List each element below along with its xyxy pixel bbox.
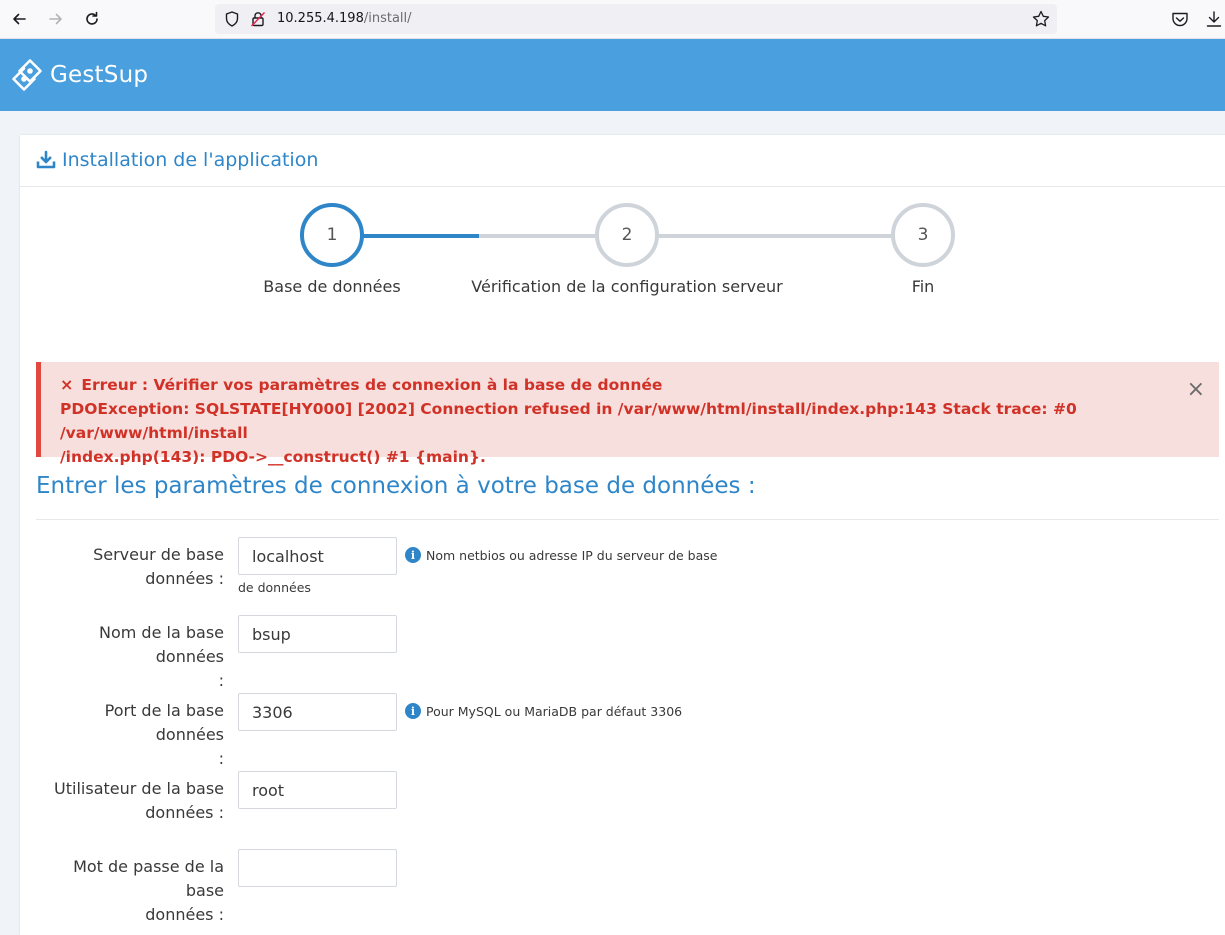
info-icon: i: [405, 703, 421, 719]
password-label-line1: Mot de passe de la base: [73, 857, 224, 900]
forward-arrow-icon[interactable]: [43, 6, 69, 32]
gestsup-logo-icon: [12, 59, 42, 91]
pocket-icon[interactable]: [1170, 9, 1190, 29]
user-label-line1: Utilisateur de la base: [54, 779, 224, 798]
address-bar[interactable]: 10.255.4.198/install/: [215, 4, 1057, 34]
db-user-input[interactable]: [238, 771, 397, 809]
step-progress-line: [360, 234, 479, 238]
user-label-line2: données :: [145, 803, 224, 822]
bookmark-star-icon[interactable]: [1031, 9, 1051, 29]
user-label: Utilisateur de la base données :: [34, 777, 224, 825]
port-label-line2: :: [218, 749, 224, 768]
alert-title: Erreur : Vérifier vos paramètres de conn…: [81, 376, 663, 394]
shield-icon[interactable]: [223, 10, 241, 28]
server-help-cont: de données: [238, 580, 311, 595]
step-3-circle: 3: [891, 203, 955, 267]
reload-icon[interactable]: [79, 6, 105, 32]
port-label-line1: Port de la base données: [104, 701, 224, 744]
url-path: /install/: [363, 11, 412, 26]
install-stepper: 1 2 3 Base de données Vérification de la…: [20, 203, 1225, 303]
brand[interactable]: GestSup: [10, 57, 148, 93]
form-heading: Entrer les paramètres de connexion à vot…: [36, 473, 756, 499]
error-x-icon: ×: [60, 375, 74, 394]
alert-message-line2: /index.php(143): PDO->__construct() #1 {…: [60, 448, 486, 466]
app-name: GestSup: [50, 62, 149, 88]
browser-toolbar: 10.255.4.198/install/: [0, 0, 1225, 39]
download-icon: [36, 150, 56, 169]
step-2-circle: 2: [595, 203, 659, 267]
step-line-1-2: [479, 234, 599, 238]
step-line-2-3: [655, 234, 895, 238]
step-1-circle: 1: [300, 203, 364, 267]
server-help: i Nom netbios ou adresse IP du serveur d…: [405, 547, 717, 563]
port-help: i Pour MySQL ou MariaDB par défaut 3306: [405, 703, 682, 719]
close-icon[interactable]: ×: [1187, 378, 1205, 402]
downloads-icon[interactable]: [1204, 9, 1224, 29]
port-help-text: Pour MySQL ou MariaDB par défaut 3306: [426, 703, 683, 719]
panel-header: Installation de l'application: [20, 135, 1225, 187]
info-icon: i: [405, 547, 421, 563]
alert-message-line1: PDOException: SQLSTATE[HY000] [2002] Con…: [60, 400, 1077, 442]
alert-title-row: × Erreur : Vérifier vos paramètres de co…: [60, 373, 1159, 397]
db-password-input[interactable]: [238, 849, 397, 887]
dbname-label-line2: :: [218, 671, 224, 690]
step-3-label: Fin: [911, 277, 935, 296]
url-host: 10.255.4.198: [277, 11, 364, 26]
dbname-label-line1: Nom de la base données: [99, 623, 224, 666]
db-name-input[interactable]: [238, 615, 397, 653]
server-label: Serveur de base données :: [34, 543, 224, 591]
server-label-line1: Serveur de base: [93, 545, 224, 564]
url-text: 10.255.4.198/install/: [277, 11, 412, 26]
form-divider: [36, 519, 1219, 520]
error-alert: × Erreur : Vérifier vos paramètres de co…: [36, 362, 1219, 466]
db-port-input[interactable]: [238, 693, 397, 731]
panel-title-text: Installation de l'application: [62, 149, 319, 171]
port-label: Port de la base données :: [34, 699, 224, 771]
password-label: Mot de passe de la base données :: [34, 855, 224, 927]
insecure-lock-icon[interactable]: [249, 10, 267, 28]
password-label-line2: données :: [145, 905, 224, 924]
install-panel: Installation de l'application 1 2 3 Base…: [20, 135, 1225, 935]
app-header: GestSup: [0, 39, 1225, 111]
server-label-line2: données :: [145, 569, 224, 588]
panel-title: Installation de l'application: [36, 149, 318, 171]
dbname-label: Nom de la base données :: [34, 621, 224, 693]
server-help-text: Nom netbios ou adresse IP du serveur de …: [426, 547, 718, 563]
back-arrow-icon[interactable]: [6, 6, 32, 32]
db-server-input[interactable]: [238, 537, 397, 575]
